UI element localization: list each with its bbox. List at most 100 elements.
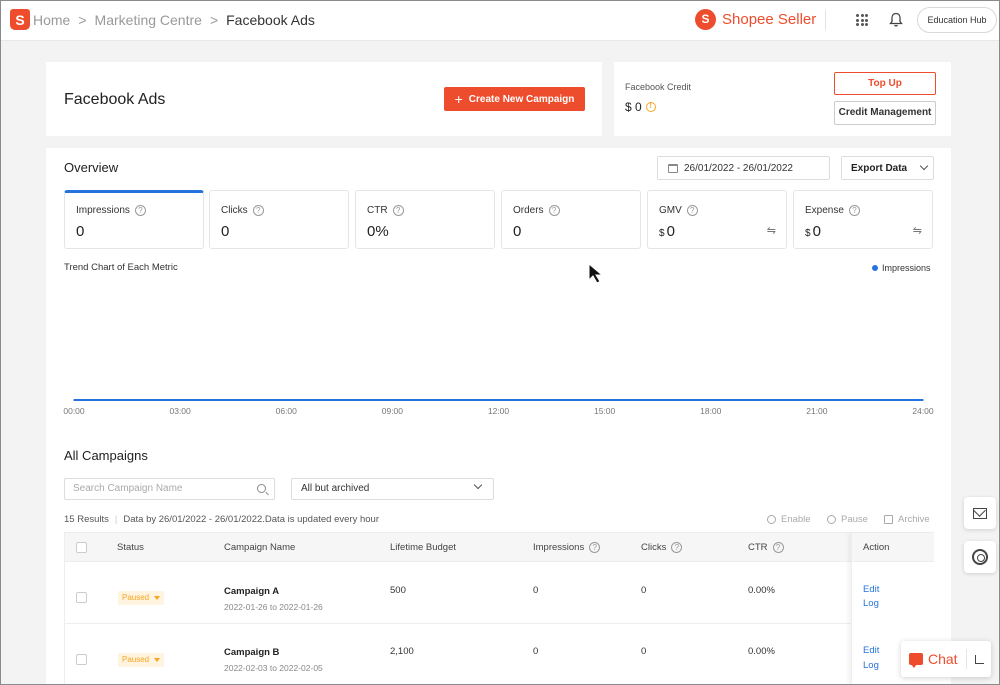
shopee-bag-icon: S [695, 9, 716, 30]
breadcrumb-marketing-centre[interactable]: Marketing Centre [95, 12, 202, 28]
date-range-value: 26/01/2022 - 26/01/2022 [684, 162, 793, 174]
enable-label: Enable [781, 514, 811, 525]
education-hub-button[interactable]: Education Hub [917, 7, 997, 33]
page-header-card: Facebook Ads + Create New Campaign [46, 62, 602, 136]
pause-label: Pause [841, 514, 868, 525]
metric-number: 0 [812, 223, 821, 240]
metric-value: 0 [76, 223, 85, 240]
campaign-dates: 2022-02-03 to 2022-02-05 [224, 663, 323, 673]
archive-icon [884, 515, 893, 524]
shopee-seller-brand[interactable]: S Shopee Seller [695, 9, 816, 30]
log-link[interactable]: Log [863, 660, 879, 671]
plus-icon: + [454, 91, 463, 107]
log-link[interactable]: Log [863, 598, 879, 609]
metric-card-ctr[interactable]: CTR? 0% [355, 190, 495, 249]
metric-value: 0 [221, 223, 230, 240]
help-icon[interactable]: ? [772, 542, 784, 553]
campaign-search-input[interactable]: Search Campaign Name [64, 478, 275, 500]
search-placeholder: Search Campaign Name [73, 483, 183, 494]
credit-label: Facebook Credit [625, 82, 692, 92]
table-row[interactable]: Paused Campaign A 2022-01-26 to 2022-01-… [65, 562, 933, 624]
edit-link[interactable]: Edit [863, 645, 879, 656]
table-row[interactable]: Paused Campaign B 2022-02-03 to 2022-02-… [65, 624, 933, 685]
metric-card-gmv[interactable]: GMV? $0 ⇋ [647, 190, 787, 249]
x-tick-label: 21:00 [806, 406, 828, 416]
apps-grid-icon[interactable] [856, 14, 868, 26]
currency-symbol: $ [805, 228, 811, 239]
campaign-name[interactable]: Campaign A [224, 586, 279, 597]
campaign-name[interactable]: Campaign B [224, 647, 279, 658]
ctr-value: 0.00% [748, 646, 775, 657]
lifetime-budget: 500 [390, 585, 406, 596]
help-icon[interactable]: ? [589, 542, 601, 553]
minimize-icon[interactable] [974, 654, 984, 664]
results-count: 15 Results [64, 514, 109, 525]
chart-legend[interactable]: Impressions [872, 263, 931, 273]
credit-card: Facebook Credit $ 0 ! Top Up Credit Mana… [614, 62, 951, 136]
metric-card-clicks[interactable]: Clicks? 0 [209, 190, 349, 249]
caret-down-icon [154, 658, 161, 662]
legend-dot [872, 265, 878, 271]
clicks-value: 0 [641, 646, 647, 657]
data-point [179, 399, 181, 401]
help-icon[interactable]: ? [548, 205, 560, 216]
impressions-value: 0 [533, 585, 539, 596]
overview-title: Overview [64, 160, 119, 175]
chevron-down-icon [919, 161, 929, 171]
status-filter-select[interactable]: All but archived [291, 478, 494, 500]
top-up-button[interactable]: Top Up [834, 72, 936, 95]
column-lifetime-budget: Lifetime Budget [390, 542, 457, 553]
row-checkbox[interactable] [76, 654, 87, 665]
pause-button[interactable]: Pause [827, 514, 868, 525]
create-campaign-button[interactable]: + Create New Campaign [444, 87, 585, 111]
metric-value: 0 [513, 223, 522, 240]
metric-card-expense[interactable]: Expense? $0 ⇋ [793, 190, 933, 249]
help-icon[interactable]: ? [392, 205, 404, 216]
row-checkbox[interactable] [76, 592, 87, 603]
messages-button[interactable] [964, 497, 996, 529]
breadcrumb-separator: > [78, 12, 87, 28]
campaign-table: Status Campaign Name Lifetime Budget Imp… [64, 532, 934, 685]
enable-button[interactable]: Enable [767, 514, 811, 525]
help-icon[interactable]: ? [134, 205, 146, 216]
metric-card-impressions[interactable]: Impressions? 0 [64, 190, 204, 249]
bell-icon[interactable] [889, 12, 903, 28]
headset-icon [972, 549, 988, 565]
data-point [816, 399, 818, 401]
edit-link[interactable]: Edit [863, 584, 879, 595]
x-tick-label: 24:00 [912, 406, 934, 416]
support-button[interactable] [964, 541, 996, 573]
credit-management-button[interactable]: Credit Management [834, 101, 936, 125]
divider [965, 649, 967, 669]
date-range-picker[interactable]: 26/01/2022 - 26/01/2022 [657, 156, 830, 180]
ctr-value: 0.00% [748, 585, 775, 596]
status-badge[interactable]: Paused [118, 591, 165, 605]
breadcrumb: Home > Marketing Centre > Facebook Ads [33, 12, 315, 28]
top-bar: S Home > Marketing Centre > Facebook Ads S S… [0, 0, 1000, 41]
chat-bubble-icon [909, 653, 923, 668]
export-label: Export Data [851, 162, 908, 174]
x-tick-label: 03:00 [169, 406, 191, 416]
archive-button[interactable]: Archive [884, 514, 930, 525]
breadcrumb-home[interactable]: Home [33, 12, 70, 28]
metric-card-orders[interactable]: Orders? 0 [501, 190, 641, 249]
caret-down-icon [154, 596, 161, 600]
search-icon[interactable] [257, 484, 266, 493]
select-all-checkbox[interactable] [76, 542, 87, 553]
help-icon[interactable]: ? [252, 205, 264, 216]
status-badge[interactable]: Paused [118, 653, 165, 667]
swap-currency-icon[interactable]: ⇋ [913, 224, 922, 237]
swap-currency-icon[interactable]: ⇋ [767, 224, 776, 237]
chat-widget[interactable]: Chat [901, 641, 991, 677]
warning-icon[interactable]: ! [645, 102, 656, 112]
export-data-button[interactable]: Export Data [841, 156, 934, 180]
help-icon[interactable]: ? [686, 205, 698, 216]
results-summary: 15 Results | Data by 26/01/2022 - 26/01/20… [64, 514, 379, 525]
help-icon[interactable]: ? [671, 542, 683, 553]
main-content-card: Overview 26/01/2022 - 26/01/2022 Export … [46, 148, 951, 685]
legend-label: Impressions [882, 263, 931, 273]
credit-value: $ 0 ! [625, 100, 656, 114]
help-icon[interactable]: ? [848, 205, 860, 216]
shopee-logo-icon[interactable]: S [10, 9, 30, 30]
data-point [922, 399, 924, 401]
